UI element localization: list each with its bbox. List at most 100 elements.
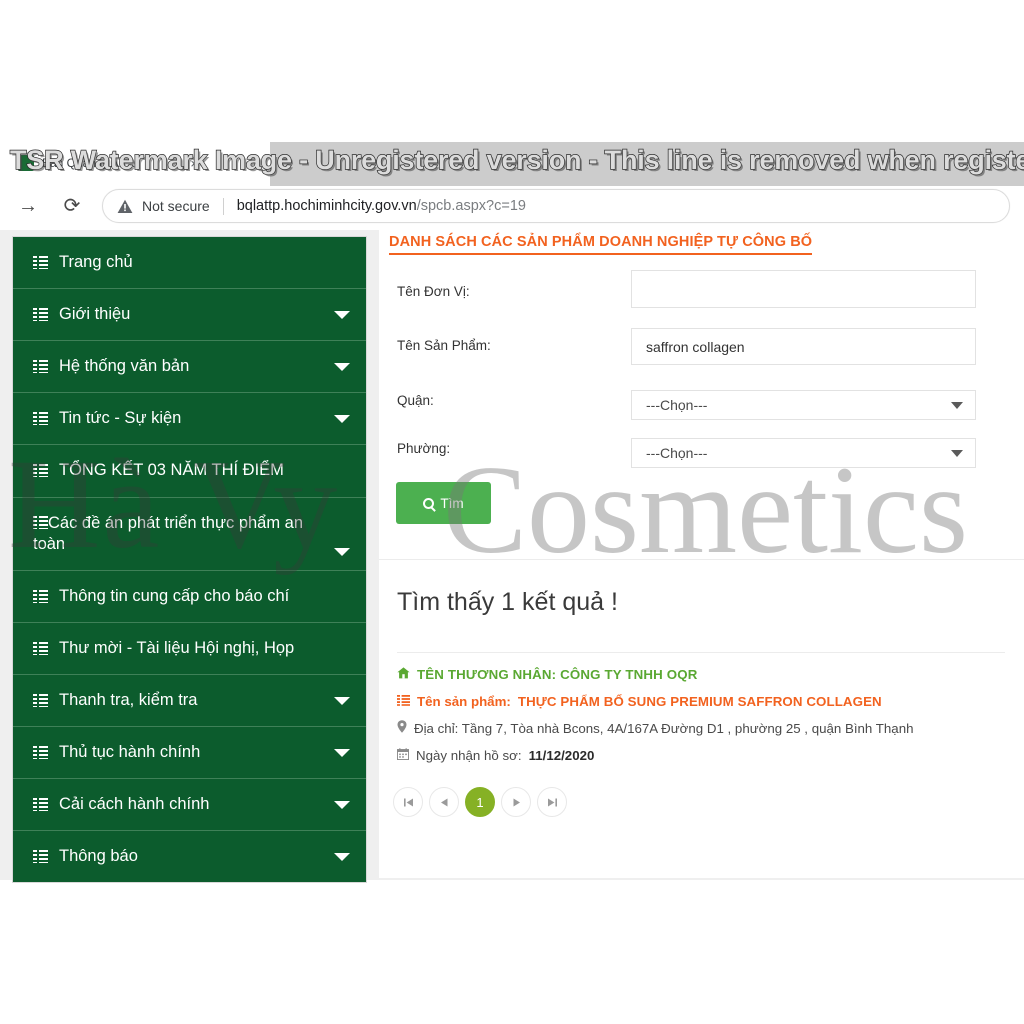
chevron-down-icon[interactable] — [334, 362, 350, 371]
list-icon — [33, 589, 48, 603]
list-icon — [33, 256, 48, 270]
sidebar-item-7[interactable]: Thư mời - Tài liệu Hội nghị, Họp — [13, 622, 366, 675]
browser-toolbar: → ⟳ Not secure bqlattp.hochiminhcity.gov… — [0, 182, 1024, 230]
browser-chrome: Ban Quản lý An... × → ⟳ Not secure bqlat… — [0, 138, 1024, 230]
reload-icon[interactable]: ⟳ — [58, 192, 86, 220]
list-icon — [33, 360, 48, 374]
district-label: Quận: — [397, 393, 434, 408]
ward-value: ---Chọn--- — [646, 445, 708, 461]
favicon-icon — [18, 155, 34, 171]
sidebar-item-label: Thủ tục hành chính — [59, 743, 201, 762]
sidebar-item-label: TỔNG KẾT 03 NĂM THÍ ĐIỂM — [59, 461, 284, 480]
web-page-viewport: Trang chủ Giới thiệu Hệ thống văn bản Tin t… — [0, 230, 1024, 884]
sidebar-item-label: Giới thiệu — [59, 305, 131, 324]
chevron-down-icon — [951, 401, 963, 409]
chevron-down-icon[interactable] — [334, 547, 350, 556]
not-secure-warning-icon — [117, 199, 133, 214]
product-name-input[interactable]: saffron collagen — [631, 328, 976, 365]
main-content: DANH SÁCH CÁC SẢN PHẨM DOANH NGHIỆP TỰ C… — [379, 230, 1024, 878]
url-host: bqlattp.hochiminhcity.gov.vn — [236, 198, 417, 214]
sidebar-item-2[interactable]: Hệ thống văn bản — [13, 341, 366, 394]
search-icon — [423, 497, 435, 509]
sidebar-item-label: Các đề án phát triển thực phẩm an toàn — [33, 513, 304, 553]
product-name-label: Tên Sản Phẩm: — [397, 338, 491, 353]
result-item: TÊN THƯƠNG NHÂN: CÔNG TY TNHH OQR Tên sả… — [396, 666, 1005, 774]
home-icon — [397, 666, 410, 679]
search-button-label: Tìm — [440, 495, 464, 511]
sidebar-item-4[interactable]: TỔNG KẾT 03 NĂM THÍ ĐIỂM — [13, 445, 366, 498]
result-date-value: 11/12/2020 — [528, 747, 595, 763]
result-product-row: Tên sản phẩm: THỰC PHẨM BỔ SUNG PREMIUM … — [397, 693, 1005, 711]
forward-icon[interactable]: → — [14, 192, 42, 220]
sidebar-item-label: Thanh tra, kiểm tra — [59, 690, 198, 709]
list-icon — [33, 694, 48, 708]
chevron-down-icon[interactable] — [334, 696, 350, 705]
sidebar-item-label: Thông tin cung cấp cho báo chí — [59, 586, 290, 605]
list-icon — [33, 308, 48, 322]
result-count-text: Tìm thấy 1 kết quả ! — [397, 588, 618, 616]
calendar-icon — [396, 747, 410, 760]
browser-tab-strip: Ban Quản lý An... × — [0, 138, 1024, 182]
product-name-value: saffron collagen — [646, 338, 745, 355]
result-product-label: Tên sản phẩm: — [417, 693, 511, 709]
sidebar-item-label: Tin tức - Sự kiện — [59, 409, 182, 428]
close-icon[interactable]: × — [176, 156, 198, 171]
chevron-down-icon[interactable] — [334, 852, 350, 861]
list-icon — [33, 850, 48, 864]
unit-name-input[interactable] — [631, 270, 976, 308]
pagination-prev-button[interactable] — [429, 787, 459, 817]
sidebar-item-label: Hệ thống văn bản — [59, 357, 190, 376]
search-panel: DANH SÁCH CÁC SẢN PHẨM DOANH NGHIỆP TỰ C… — [379, 230, 1024, 560]
chevron-down-icon[interactable] — [334, 414, 350, 423]
browser-tab[interactable]: Ban Quản lý An... × — [8, 146, 208, 180]
list-icon — [33, 746, 48, 760]
sidebar-item-10[interactable]: Cải cách hành chính — [13, 779, 366, 832]
list-icon — [33, 798, 48, 812]
unit-name-label: Tên Đơn Vị: — [397, 284, 470, 299]
result-date-label: Ngày nhận hồ sơ: — [416, 747, 522, 763]
pagination-page-1[interactable]: 1 — [465, 787, 495, 817]
pagination-last-button[interactable] — [537, 787, 567, 817]
security-status-label: Not secure — [142, 198, 210, 214]
list-icon — [33, 515, 48, 529]
chevron-down-icon[interactable] — [334, 310, 350, 319]
map-pin-icon — [397, 720, 407, 733]
ward-label: Phường: — [397, 441, 451, 456]
url-text: bqlattp.hochiminhcity.gov.vn/spcb.aspx?c… — [237, 198, 526, 214]
result-address-row: Địa chỉ: Tầng 7, Tòa nhà Bcons, 4A/167A … — [397, 720, 1005, 738]
district-value: ---Chọn--- — [646, 397, 708, 413]
sidebar-item-label: Thư mời - Tài liệu Hội nghị, Họp — [59, 638, 295, 657]
chevron-down-icon[interactable] — [334, 800, 350, 809]
result-merchant-row: TÊN THƯƠNG NHÂN: CÔNG TY TNHH OQR — [397, 666, 1005, 684]
results-divider — [397, 652, 1005, 653]
result-product-name: THỰC PHẨM BỔ SUNG PREMIUM SAFFRON COLLAG… — [517, 693, 882, 709]
omnibox-divider — [222, 197, 224, 215]
sidebar-item-1[interactable]: Giới thiệu — [13, 289, 366, 342]
sidebar-item-label: Trang chủ — [59, 253, 133, 271]
list-icon — [397, 693, 410, 706]
pagination-first-button[interactable] — [393, 787, 423, 817]
sidebar-item-6[interactable]: Thông tin cung cấp cho báo chí — [13, 570, 366, 623]
sidebar-item-label: Cải cách hành chính — [59, 795, 210, 814]
list-icon — [33, 641, 48, 655]
browser-tab-title: Ban Quản lý An... — [42, 156, 136, 170]
sidebar-item-8[interactable]: Thanh tra, kiểm tra — [13, 674, 366, 728]
search-button[interactable]: Tìm — [396, 482, 491, 524]
page-title: DANH SÁCH CÁC SẢN PHẨM DOANH NGHIỆP TỰ C… — [389, 234, 813, 255]
ward-select[interactable]: ---Chọn--- — [631, 438, 976, 468]
sidebar-item-3[interactable]: Tin tức - Sự kiện — [13, 393, 366, 446]
sidebar-item-11[interactable]: Thông báo — [13, 831, 366, 883]
sidebar-item-5[interactable]: Các đề án phát triển thực phẩm an toàn — [13, 497, 366, 571]
screenshot-root: Ban Quản lý An... × → ⟳ Not secure bqlat… — [0, 0, 1024, 1024]
address-bar[interactable]: Not secure bqlattp.hochiminhcity.gov.vn/… — [102, 189, 1010, 223]
list-icon — [33, 464, 48, 478]
list-icon — [33, 412, 48, 426]
sidebar-item-9[interactable]: Thủ tục hành chính — [13, 727, 366, 780]
pagination: 1 — [393, 787, 567, 817]
district-select[interactable]: ---Chọn--- — [631, 390, 976, 420]
pagination-next-button[interactable] — [501, 787, 531, 817]
sidebar-item-0[interactable]: Trang chủ — [13, 237, 366, 290]
chevron-down-icon[interactable] — [334, 748, 350, 757]
result-date-row: Ngày nhận hồ sơ: 11/12/2020 — [396, 747, 1005, 765]
result-merchant-name: TÊN THƯƠNG NHÂN: CÔNG TY TNHH OQR — [417, 667, 698, 682]
